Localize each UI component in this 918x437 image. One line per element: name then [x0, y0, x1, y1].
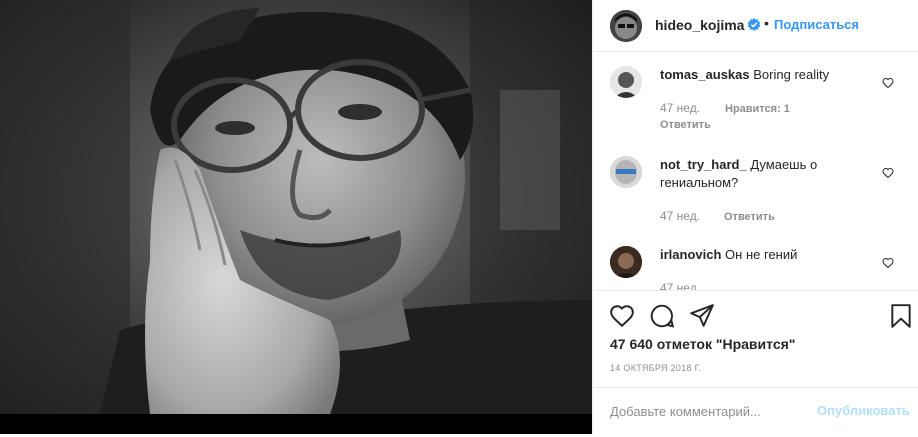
- comment-username[interactable]: irlanovich: [660, 247, 721, 262]
- portrait-image: [0, 0, 592, 434]
- post-date: 14 ОКТЯБРЯ 2018 Г.: [610, 363, 702, 373]
- post-sidebar: hideo_kojima • Подписаться tomas_auskas …: [592, 0, 918, 434]
- comment-username[interactable]: not_try_hard_: [660, 157, 747, 172]
- commenter-avatar-image: [610, 246, 642, 278]
- comment-body: Boring reality: [753, 67, 830, 82]
- post-photo[interactable]: [0, 0, 592, 434]
- author-username[interactable]: hideo_kojima: [655, 17, 744, 33]
- comment-time: 47 нед.: [660, 101, 701, 115]
- comment-text-block: not_try_hard_ Думаешь о гениальном?: [660, 156, 880, 192]
- comment-bubble-icon[interactable]: [649, 303, 675, 334]
- commenter-avatar[interactable]: [610, 246, 642, 278]
- heart-icon[interactable]: [609, 303, 635, 334]
- comment-text-block: irlanovich Он не гений: [660, 246, 880, 264]
- verified-badge-icon: [747, 18, 761, 32]
- heart-icon[interactable]: [882, 256, 894, 269]
- comment-text-block: tomas_auskas Boring reality: [660, 66, 880, 84]
- author-avatar-image: [610, 10, 642, 42]
- likes-count[interactable]: 47 640 отметок "Нравится": [610, 336, 795, 352]
- author-avatar[interactable]: [610, 10, 642, 42]
- post-header: hideo_kojima • Подписаться: [593, 0, 918, 52]
- header-separator: •: [764, 15, 769, 31]
- photo-bottom-strip: [0, 414, 592, 434]
- comments-list[interactable]: tomas_auskas Boring reality 47 нед. Нрав…: [593, 52, 918, 290]
- heart-icon[interactable]: [882, 76, 894, 89]
- comment-time: 47 нед.: [660, 209, 701, 223]
- commenter-avatar[interactable]: [610, 66, 642, 98]
- comment-likes[interactable]: Нравится: 1: [725, 103, 790, 115]
- comment-item: tomas_auskas Boring reality 47 нед. Нрав…: [593, 52, 918, 142]
- post-actions: 47 640 отметок "Нравится" 14 ОКТЯБРЯ 201…: [593, 290, 918, 437]
- reply-button[interactable]: Ответить: [724, 211, 775, 223]
- comment-item: irlanovich Он не гений 47 нед.: [593, 232, 918, 290]
- comment-item: not_try_hard_ Думаешь о гениальном? 47 н…: [593, 142, 918, 232]
- comment-time: 47 нед.: [660, 281, 701, 290]
- follow-button[interactable]: Подписаться: [774, 17, 859, 32]
- heart-icon[interactable]: [882, 166, 894, 179]
- comment-username[interactable]: tomas_auskas: [660, 67, 750, 82]
- bookmark-icon[interactable]: [889, 303, 913, 334]
- commenter-avatar[interactable]: [610, 156, 642, 188]
- comment-body: Он не гений: [725, 247, 798, 262]
- add-comment-bar: Опубликовать: [593, 387, 918, 436]
- comment-input[interactable]: [610, 402, 800, 420]
- commenter-avatar-image: [610, 66, 642, 98]
- paper-plane-icon[interactable]: [689, 303, 715, 334]
- commenter-avatar-image: [610, 156, 642, 188]
- publish-button[interactable]: Опубликовать: [817, 403, 910, 418]
- reply-button[interactable]: Ответить: [660, 119, 711, 131]
